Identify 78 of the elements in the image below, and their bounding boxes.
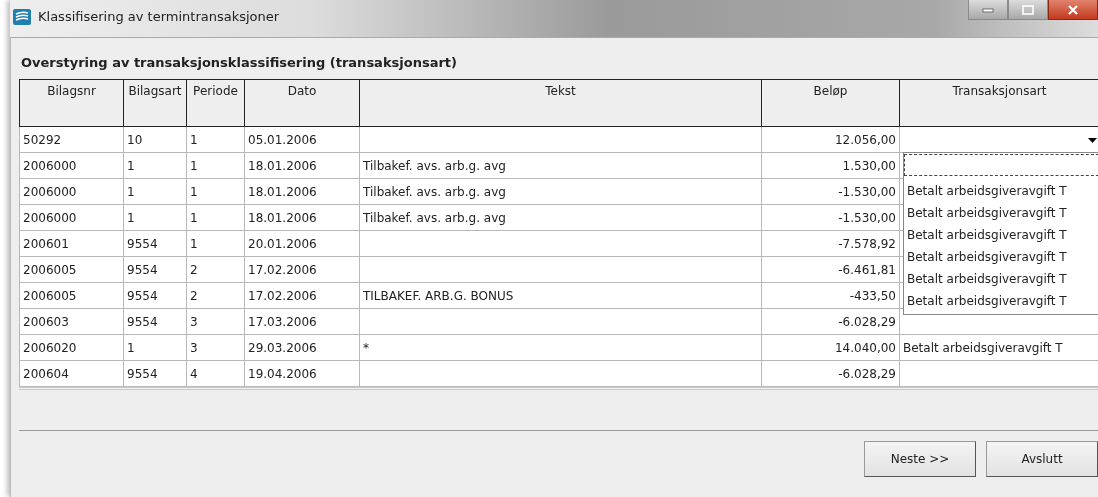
list-item[interactable]: Betalt arbeidsgiveravgift T bbox=[904, 268, 1098, 290]
table-cell: Tilbakef. avs. arb.g. avg bbox=[359, 204, 762, 231]
table-cell: 200603 bbox=[19, 308, 124, 335]
table-cell: 9554 bbox=[123, 360, 187, 387]
table-cell: 17.02.2006 bbox=[244, 282, 360, 309]
table-cell: 2006000 bbox=[19, 204, 124, 231]
table-cell: 17.02.2006 bbox=[244, 256, 360, 283]
table-cell: 12.056,00 bbox=[761, 126, 900, 153]
table-cell: 05.01.2006 bbox=[244, 126, 360, 153]
maximize-button[interactable] bbox=[1008, 0, 1048, 20]
table-cell: 200601 bbox=[19, 230, 124, 257]
table-cell: -1.530,00 bbox=[761, 178, 900, 205]
table-cell: 1 bbox=[123, 178, 187, 205]
table-cell: 2006000 bbox=[19, 152, 124, 179]
column-header[interactable]: Transaksjonsart bbox=[899, 79, 1098, 127]
table-cell: 50292 bbox=[19, 126, 124, 153]
window-title: Klassifisering av termintransaksjoner bbox=[38, 9, 280, 24]
list-item[interactable]: Betalt arbeidsgiveravgift T bbox=[904, 224, 1098, 246]
column-header[interactable]: Periode bbox=[186, 79, 245, 127]
list-item[interactable]: Betalt arbeidsgiveravgift T bbox=[904, 290, 1098, 312]
table-cell: 9554 bbox=[123, 282, 187, 309]
table-cell: 2 bbox=[186, 282, 245, 309]
table-cell: 2 bbox=[186, 256, 245, 283]
table-cell: 200604 bbox=[19, 360, 124, 387]
table-cell: 18.01.2006 bbox=[244, 152, 360, 179]
table-cell: 19.04.2006 bbox=[244, 360, 360, 387]
table-cell: 20.01.2006 bbox=[244, 230, 360, 257]
table-cell: 1 bbox=[123, 152, 187, 179]
table-cell: 2006020 bbox=[19, 334, 124, 361]
table-cell: -433,50 bbox=[761, 282, 900, 309]
table-cell: 1 bbox=[186, 230, 245, 257]
table-cell: 17.03.2006 bbox=[244, 308, 360, 335]
list-item[interactable]: Betalt arbeidsgiveravgift T bbox=[904, 180, 1098, 202]
table-cell: Tilbakef. avs. arb.g. avg bbox=[359, 178, 762, 205]
column-header[interactable]: Dato bbox=[244, 79, 360, 127]
table-cell: 9554 bbox=[123, 230, 187, 257]
table-cell: 3 bbox=[186, 334, 245, 361]
table-cell: 18.01.2006 bbox=[244, 178, 360, 205]
table-cell: 3 bbox=[186, 308, 245, 335]
table-cell: -6.028,29 bbox=[761, 360, 900, 387]
minimize-icon bbox=[982, 6, 994, 13]
dialog-button[interactable]: Avslutt bbox=[986, 441, 1098, 477]
dropdown-arrow-icon bbox=[1088, 138, 1097, 143]
column-header[interactable]: Bilagsart bbox=[123, 79, 187, 127]
column-header[interactable]: Beløp bbox=[761, 79, 900, 127]
table-cell: 2006005 bbox=[19, 282, 124, 309]
list-item[interactable]: Betalt arbeidsgiveravgift T bbox=[904, 202, 1098, 224]
table-cell: 1 bbox=[186, 204, 245, 231]
table-cell: 2006005 bbox=[19, 256, 124, 283]
table-cell: 1 bbox=[123, 334, 187, 361]
close-icon bbox=[1067, 4, 1079, 15]
table-cell: 4 bbox=[186, 360, 245, 387]
table-cell: 29.03.2006 bbox=[244, 334, 360, 361]
table-cell: Tilbakef. avs. arb.g. avg bbox=[359, 152, 762, 179]
table-cell: 1 bbox=[186, 178, 245, 205]
list-item[interactable]: Betalt arbeidsgiveravgift T bbox=[904, 246, 1098, 268]
table-cell: -6.461,81 bbox=[761, 256, 900, 283]
table-cell: 1 bbox=[123, 204, 187, 231]
focused-list-item[interactable] bbox=[904, 154, 1098, 176]
table-cell: -1.530,00 bbox=[761, 204, 900, 231]
close-button[interactable] bbox=[1048, 0, 1098, 20]
column-header[interactable]: Bilagsnr bbox=[19, 79, 124, 127]
table-cell: * bbox=[359, 334, 762, 361]
section-heading: Overstyring av transaksjonsklassifisering (transaksjonsart) bbox=[20, 54, 458, 72]
table-cell: -6.028,29 bbox=[761, 308, 900, 335]
table-cell: 2006000 bbox=[19, 178, 124, 205]
table-cell: 9554 bbox=[123, 256, 187, 283]
column-header[interactable]: Tekst bbox=[359, 79, 762, 127]
table-cell: TILBAKEF. ARB.G. BONUS bbox=[359, 282, 762, 309]
table-cell: 14.040,00 bbox=[761, 334, 900, 361]
table-cell: 1 bbox=[186, 152, 245, 179]
table-cell: 9554 bbox=[123, 308, 187, 335]
maximize-icon bbox=[1022, 4, 1034, 15]
table-cell: 18.01.2006 bbox=[244, 204, 360, 231]
table-cell: 1.530,00 bbox=[761, 152, 900, 179]
dialog-button[interactable]: Neste >> bbox=[864, 441, 976, 477]
table-cell: -7.578,92 bbox=[761, 230, 900, 257]
app-icon bbox=[13, 8, 31, 25]
